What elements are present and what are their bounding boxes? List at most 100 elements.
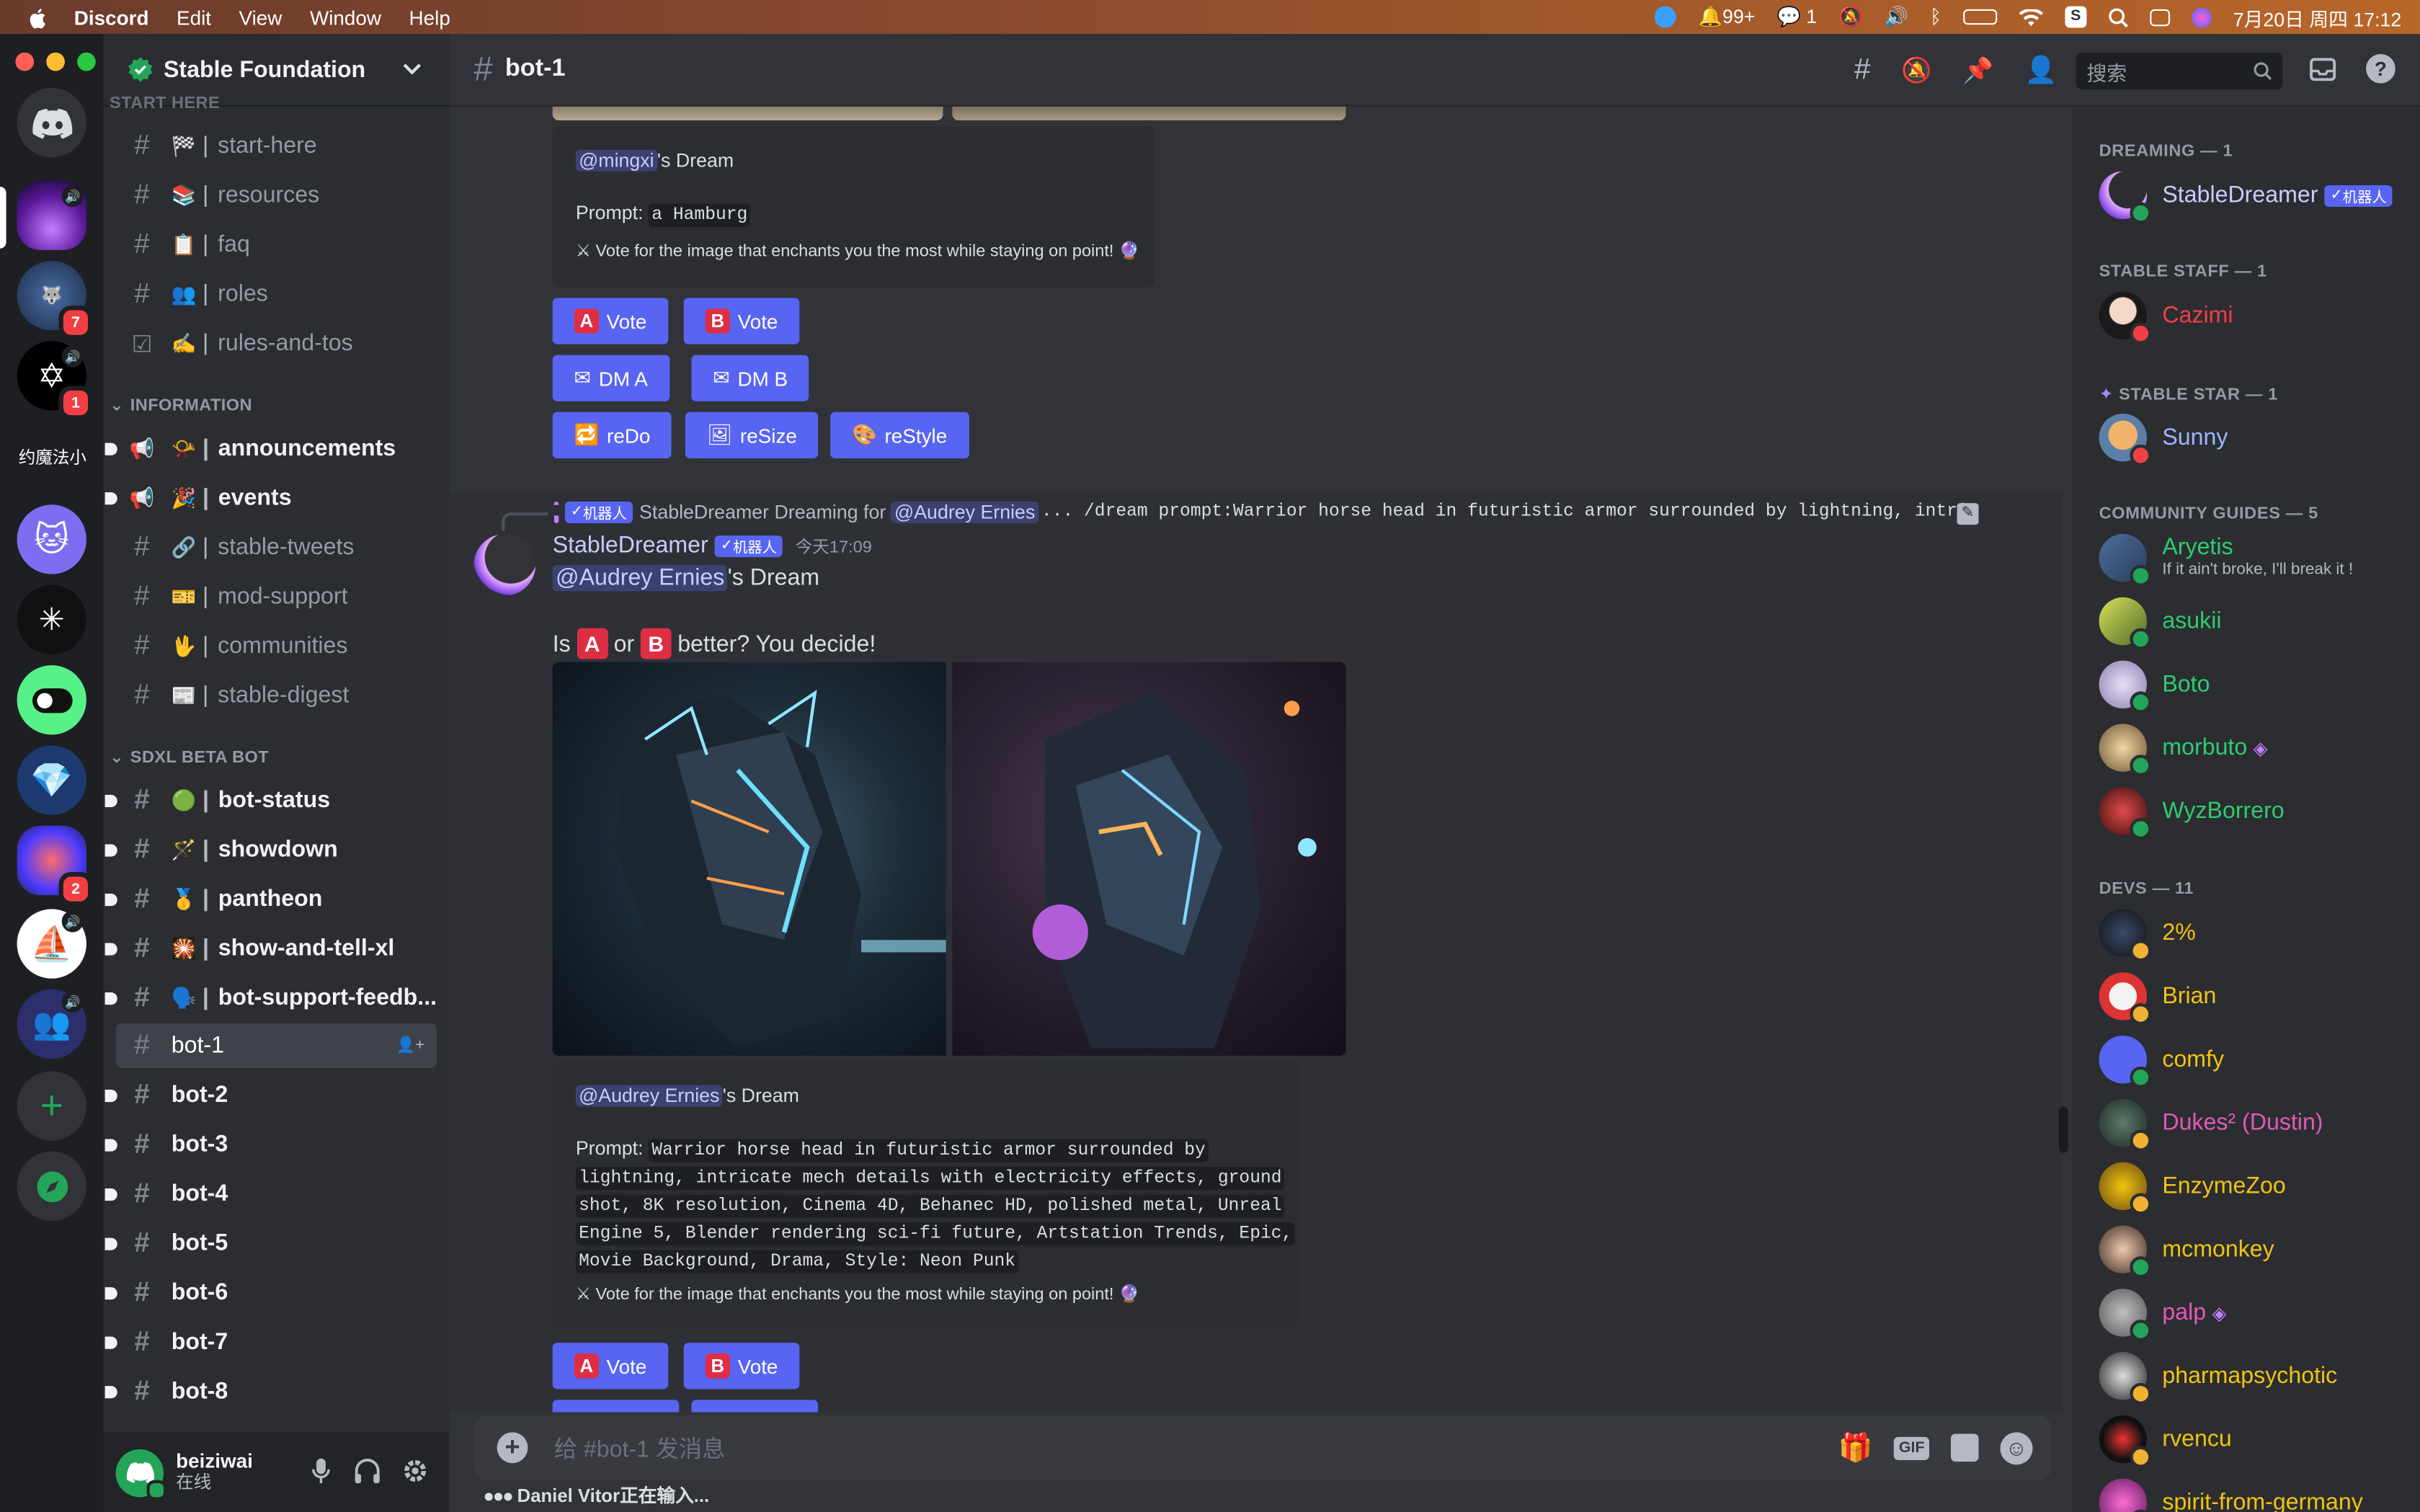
member-item[interactable]: Dukes² (Dustin) (2099, 1098, 2323, 1152)
channel-bot-6[interactable]: # bot-6 (104, 1271, 437, 1315)
member-item[interactable]: spirit-from-germany (2099, 1478, 2363, 1512)
restyle-button[interactable]: 🎨 reStyle (830, 412, 969, 459)
member-item[interactable]: Cazimi (2099, 291, 2233, 344)
add-server-button[interactable]: + (17, 1071, 86, 1141)
channel-bot-2[interactable]: # bot-2 (104, 1072, 437, 1117)
volume-icon[interactable]: 🔊 (1884, 5, 1908, 28)
inbox-icon[interactable] (2309, 55, 2337, 91)
menubar-view[interactable]: View (239, 5, 283, 28)
edit-icon[interactable]: ✎ (1957, 503, 1979, 525)
author-name[interactable]: StableDreamer (553, 533, 708, 559)
message-input[interactable]: 给 #bot-1 发消息 (554, 1431, 1838, 1464)
user-settings-gear-icon[interactable] (401, 1457, 430, 1493)
channel-sdxl-2[interactable]: # 🥇 | pantheon (104, 876, 437, 921)
redo-button[interactable]: 🔁 reDo (552, 412, 672, 459)
channel-rules-and-tos[interactable]: ☑ ✍️ | rules-and-tos (116, 321, 437, 365)
member-item[interactable]: Sunny (2099, 413, 2228, 466)
channel-bot-5[interactable]: # bot-5 (104, 1221, 437, 1266)
username[interactable]: beiziwai (176, 1450, 253, 1472)
menubar-edit[interactable]: Edit (177, 5, 211, 28)
resize-button[interactable]: 🖼 reSize (685, 412, 819, 459)
dm-a-button[interactable]: ✉ DM A (552, 355, 669, 401)
dnd-bell-icon[interactable]: 🔕 (1838, 5, 1862, 28)
upload-status-icon[interactable] (1655, 6, 1677, 28)
generated-image-a[interactable] (552, 662, 946, 1056)
direct-messages-button[interactable] (17, 88, 86, 158)
dm-b-button[interactable]: ✉ DM B (691, 355, 810, 401)
user-mention[interactable]: @Audrey Ernies (891, 500, 1038, 522)
channel-resources[interactable]: # 📚 | resources (116, 173, 437, 218)
vote-b-button[interactable]: B Vote (683, 298, 800, 344)
member-item[interactable]: WyzBorrero (2099, 787, 2285, 840)
search-input[interactable]: 搜索 (2076, 52, 2283, 90)
channel-events[interactable]: 📢 🎉 | events (104, 476, 437, 520)
channel-start-here[interactable]: # 🏁 | start-here (116, 123, 437, 168)
chevron-down-icon[interactable] (403, 63, 422, 76)
notification-bell-icon[interactable]: 🔔99+ (1699, 5, 1756, 28)
user-mention[interactable]: @Audrey Ernies (552, 564, 728, 592)
server-magic[interactable]: 约魔法小 (9, 421, 96, 492)
emoji-icon[interactable]: ☺ (2000, 1431, 2033, 1464)
gift-icon[interactable]: 🎁 (1838, 1431, 1872, 1464)
member-item[interactable]: StableDreamer ✓ 机器人 (2099, 171, 2393, 224)
user-mention[interactable]: @Audrey Ernies (575, 1085, 723, 1107)
dm-a-button-partial[interactable] (552, 1400, 680, 1413)
generated-image-a-partial[interactable] (552, 106, 943, 121)
channel-announcements[interactable]: 📢 📯 | announcements (104, 426, 437, 471)
avatar[interactable] (115, 1448, 167, 1500)
member-list-icon[interactable]: 👤 (2024, 55, 2057, 86)
dm-b-button-partial[interactable] (691, 1400, 819, 1413)
pinned-messages-icon[interactable]: 📌 (1963, 55, 1994, 86)
member-item[interactable]: comfy (2099, 1036, 2224, 1088)
channel-bot-3[interactable]: # bot-3 (104, 1122, 437, 1167)
member-item[interactable]: asukii (2099, 597, 2222, 650)
category-sdxl-beta-bot[interactable]: ⌄ SDXL BETA BOT (110, 747, 269, 768)
member-item[interactable]: Boto (2099, 660, 2210, 713)
channel-sdxl-3[interactable]: # 🎇 | show-and-tell-xl (104, 926, 437, 971)
input-method-icon[interactable]: S (2065, 6, 2087, 28)
member-item[interactable]: rvencu (2099, 1415, 2232, 1468)
member-item[interactable]: pharmapsychotic (2099, 1352, 2337, 1405)
server-toggle[interactable] (17, 665, 86, 735)
member-item[interactable]: EnzymeZoo (2099, 1162, 2286, 1215)
vote-a-button[interactable]: A Vote (552, 1343, 669, 1389)
invite-icon[interactable]: 👤+ (396, 1037, 424, 1054)
bluetooth-icon[interactable]: ᛒ (1930, 6, 1941, 28)
microphone-icon[interactable] (310, 1457, 332, 1493)
menubar-datetime[interactable]: 7月20日 周四 17:12 (2233, 2, 2402, 32)
gif-button[interactable]: GIF (1894, 1436, 1929, 1459)
wechat-icon[interactable]: 💬 1 (1776, 5, 1817, 28)
server-spark[interactable]: ✳ (17, 584, 86, 655)
member-item[interactable]: palp ◈ (2099, 1289, 2226, 1342)
reply-preview[interactable]: ✓ 机器人 StableDreamer Dreaming for @Audrey… (553, 500, 1982, 523)
generated-image-b[interactable] (952, 662, 1346, 1056)
member-item[interactable]: Aryetis If it ain't broke, I'll break it… (2099, 533, 2353, 587)
channel-stable-tweets[interactable]: # 🔗 | stable-tweets (116, 525, 437, 569)
menubar-app-name[interactable]: Discord (74, 5, 149, 28)
channel-stable-digest[interactable]: # 📰 | stable-digest (116, 673, 437, 718)
channel-bot-1[interactable]: # bot-1 👤+ (115, 1023, 437, 1068)
category-start-here[interactable]: START HERE (110, 92, 220, 114)
channel-sdxl-1[interactable]: # 🪄 | showdown (104, 827, 437, 872)
member-item[interactable]: 2% (2099, 909, 2196, 962)
channel-sdxl-4[interactable]: # 🗣️ | bot-support-feedb... (104, 975, 437, 1020)
spotlight-search-icon[interactable] (2108, 6, 2128, 28)
help-icon[interactable]: ? (2366, 53, 2395, 84)
sticker-icon[interactable] (1950, 1433, 1979, 1462)
minimize-window-button[interactable] (46, 52, 65, 71)
battery-icon[interactable] (1962, 9, 1998, 25)
generated-image-b-partial[interactable] (952, 106, 1346, 121)
siri-icon[interactable] (2191, 6, 2212, 27)
menubar-help[interactable]: Help (409, 5, 450, 28)
author-avatar[interactable] (473, 533, 536, 596)
channel-communities[interactable]: # 🖖 | communities (116, 623, 437, 668)
mute-bell-icon[interactable]: 🔕 (1901, 55, 1932, 86)
scrollbar-thumb[interactable] (2058, 1106, 2068, 1153)
add-attachment-button[interactable]: + (497, 1432, 528, 1464)
apple-icon[interactable] (28, 4, 47, 30)
channel-sdxl-0[interactable]: # 🟢 | bot-status (104, 778, 437, 822)
category-information[interactable]: ⌄ INFORMATION (110, 395, 252, 415)
server-mascot[interactable]: 🐱 (17, 504, 86, 574)
channel-bot-8[interactable]: # bot-8 (104, 1369, 437, 1414)
menubar-window[interactable]: Window (310, 5, 381, 28)
